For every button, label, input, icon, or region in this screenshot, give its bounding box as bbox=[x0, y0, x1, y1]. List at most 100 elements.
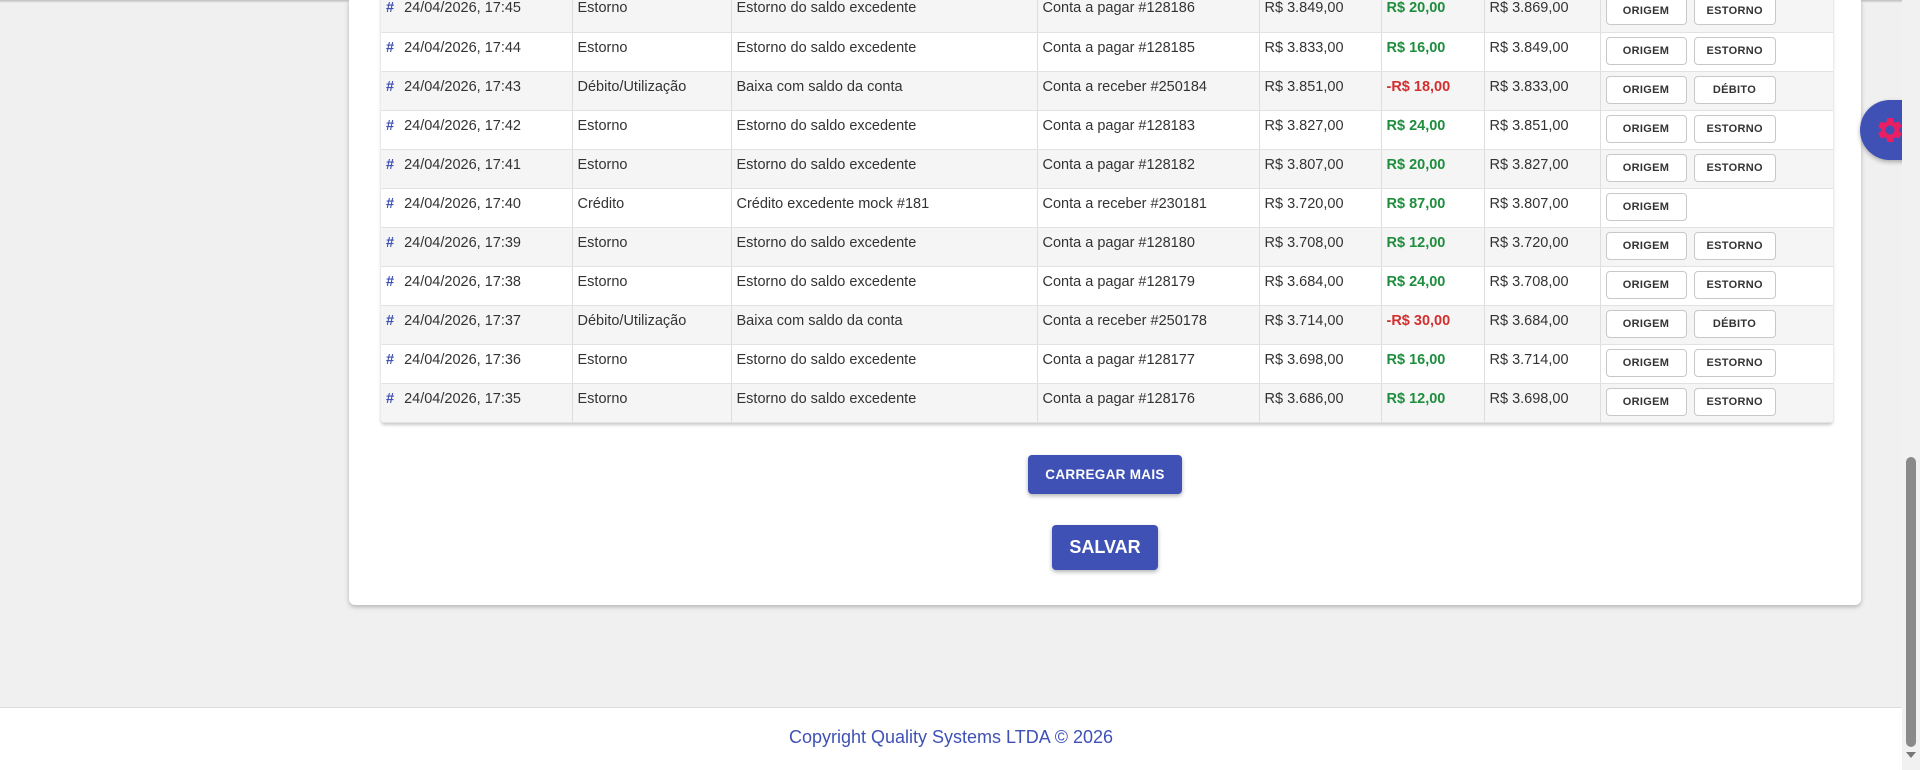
hash-icon[interactable]: # bbox=[386, 391, 394, 407]
reference-cell: Conta a pagar #128180 bbox=[1037, 227, 1260, 267]
origin-button[interactable]: ORIGEM bbox=[1605, 0, 1687, 25]
type-cell: Débito/Utilização bbox=[572, 71, 732, 111]
value-cell: R$ 20,00 bbox=[1381, 149, 1485, 189]
table-row: #24/04/2026, 17:41 Estorno Estorno do sald… bbox=[381, 149, 1833, 189]
reversal-button[interactable]: ESTORNO bbox=[1693, 114, 1776, 143]
datetime-text: 24/04/2026, 17:36 bbox=[404, 351, 521, 368]
type-cell: Estorno bbox=[572, 149, 732, 189]
table-row: #24/04/2026, 17:36 Estorno Estorno do sald… bbox=[381, 344, 1833, 384]
balance-before-cell: R$ 3.851,00 bbox=[1259, 71, 1382, 111]
actions-cell: ORIGEM ESTORNO bbox=[1600, 32, 1833, 72]
page-scrollbar[interactable] bbox=[1902, 0, 1920, 770]
reversal-button[interactable]: ESTORNO bbox=[1693, 36, 1776, 65]
balance-after-cell: R$ 3.708,00 bbox=[1484, 266, 1601, 306]
actions-cell: ORIGEM DÉBITO bbox=[1600, 305, 1833, 345]
value-cell: R$ 24,00 bbox=[1381, 266, 1485, 306]
balance-after-cell: R$ 3.827,00 bbox=[1484, 149, 1601, 189]
balance-before-cell: R$ 3.698,00 bbox=[1259, 344, 1382, 384]
datetime-text: 24/04/2026, 17:42 bbox=[404, 117, 521, 134]
origin-button[interactable]: ORIGEM bbox=[1605, 75, 1687, 104]
balance-before-cell: R$ 3.686,00 bbox=[1259, 383, 1382, 423]
balance-before-cell: R$ 3.833,00 bbox=[1259, 32, 1382, 72]
hash-icon[interactable]: # bbox=[386, 274, 394, 290]
value-cell: -R$ 30,00 bbox=[1381, 305, 1485, 345]
origin-button[interactable]: ORIGEM bbox=[1605, 231, 1687, 260]
type-cell: Estorno bbox=[572, 383, 732, 423]
value-cell: R$ 24,00 bbox=[1381, 110, 1485, 150]
table-row: #24/04/2026, 17:40 Crédito Crédito exceden… bbox=[381, 188, 1833, 228]
hash-icon[interactable]: # bbox=[386, 0, 394, 16]
reference-cell: Conta a pagar #128182 bbox=[1037, 149, 1260, 189]
origin-button[interactable]: ORIGEM bbox=[1605, 309, 1687, 338]
hash-icon[interactable]: # bbox=[386, 352, 394, 368]
table-row: #24/04/2026, 17:44 Estorno Estorno do sald… bbox=[381, 32, 1833, 72]
debit-button[interactable]: DÉBITO bbox=[1693, 75, 1776, 104]
hash-icon[interactable]: # bbox=[386, 235, 394, 251]
origin-button[interactable]: ORIGEM bbox=[1605, 114, 1687, 143]
hash-icon[interactable]: # bbox=[386, 157, 394, 173]
scrollbar-thumb[interactable] bbox=[1906, 457, 1916, 747]
reference-cell: Conta a pagar #128185 bbox=[1037, 32, 1260, 72]
datetime-text: 24/04/2026, 17:41 bbox=[404, 156, 521, 173]
reversal-button[interactable]: ESTORNO bbox=[1693, 270, 1776, 299]
origin-button[interactable]: ORIGEM bbox=[1605, 36, 1687, 65]
datetime-text: 24/04/2026, 17:37 bbox=[404, 312, 521, 329]
description-cell: Estorno do saldo excedente bbox=[731, 32, 1038, 72]
description-cell: Estorno do saldo excedente bbox=[731, 0, 1038, 33]
transactions-body: #24/04/2026, 17:45 Estorno Estorno do sald… bbox=[381, 0, 1833, 423]
scroll-down-arrow-icon[interactable] bbox=[1906, 752, 1916, 758]
balance-before-cell: R$ 3.827,00 bbox=[1259, 110, 1382, 150]
reversal-button[interactable]: ESTORNO bbox=[1693, 231, 1776, 260]
type-cell: Estorno bbox=[572, 0, 732, 33]
datetime-cell: #24/04/2026, 17:41 bbox=[381, 149, 573, 189]
actions-cell: ORIGEM ESTORNO bbox=[1600, 227, 1833, 267]
description-cell: Estorno do saldo excedente bbox=[731, 110, 1038, 150]
reversal-button[interactable]: ESTORNO bbox=[1693, 153, 1776, 182]
reference-cell: Conta a pagar #128186 bbox=[1037, 0, 1260, 33]
type-cell: Estorno bbox=[572, 227, 732, 267]
load-more-button[interactable]: CARREGAR MAIS bbox=[1028, 455, 1182, 494]
datetime-cell: #24/04/2026, 17:39 bbox=[381, 227, 573, 267]
ledger-card: #24/04/2026, 17:45 Estorno Estorno do sald… bbox=[349, 0, 1861, 605]
origin-button[interactable]: ORIGEM bbox=[1605, 192, 1687, 221]
debit-button[interactable]: DÉBITO bbox=[1693, 309, 1776, 338]
datetime-text: 24/04/2026, 17:44 bbox=[404, 39, 521, 56]
value-cell: R$ 16,00 bbox=[1381, 32, 1485, 72]
description-cell: Crédito excedente mock #181 bbox=[731, 188, 1038, 228]
balance-after-cell: R$ 3.684,00 bbox=[1484, 305, 1601, 345]
reference-cell: Conta a receber #250184 bbox=[1037, 71, 1260, 111]
datetime-cell: #24/04/2026, 17:38 bbox=[381, 266, 573, 306]
table-row: #24/04/2026, 17:35 Estorno Estorno do sald… bbox=[381, 383, 1833, 423]
balance-after-cell: R$ 3.833,00 bbox=[1484, 71, 1601, 111]
type-cell: Estorno bbox=[572, 32, 732, 72]
hash-icon[interactable]: # bbox=[386, 196, 394, 212]
origin-button[interactable]: ORIGEM bbox=[1605, 153, 1687, 182]
datetime-cell: #24/04/2026, 17:35 bbox=[381, 383, 573, 423]
description-cell: Estorno do saldo excedente bbox=[731, 149, 1038, 189]
value-cell: -R$ 18,00 bbox=[1381, 71, 1485, 111]
datetime-text: 24/04/2026, 17:35 bbox=[404, 390, 521, 407]
type-cell: Estorno bbox=[572, 110, 732, 150]
save-button[interactable]: SALVAR bbox=[1052, 525, 1158, 570]
value-cell: R$ 12,00 bbox=[1381, 383, 1485, 423]
balance-before-cell: R$ 3.720,00 bbox=[1259, 188, 1382, 228]
balance-before-cell: R$ 3.807,00 bbox=[1259, 149, 1382, 189]
balance-after-cell: R$ 3.849,00 bbox=[1484, 32, 1601, 72]
origin-button[interactable]: ORIGEM bbox=[1605, 387, 1687, 416]
reversal-button[interactable]: ESTORNO bbox=[1693, 387, 1776, 416]
reversal-button[interactable]: ESTORNO bbox=[1693, 0, 1776, 25]
actions-cell: ORIGEM DÉBITO bbox=[1600, 71, 1833, 111]
origin-button[interactable]: ORIGEM bbox=[1605, 348, 1687, 377]
reversal-button[interactable]: ESTORNO bbox=[1693, 348, 1776, 377]
balance-after-cell: R$ 3.869,00 bbox=[1484, 0, 1601, 33]
reference-cell: Conta a pagar #128183 bbox=[1037, 110, 1260, 150]
type-cell: Estorno bbox=[572, 266, 732, 306]
reference-cell: Conta a pagar #128179 bbox=[1037, 266, 1260, 306]
copyright-text: Copyright Quality Systems LTDA © 2026 bbox=[788, 727, 1114, 747]
hash-icon[interactable]: # bbox=[386, 313, 394, 329]
datetime-text: 24/04/2026, 17:43 bbox=[404, 78, 521, 95]
hash-icon[interactable]: # bbox=[386, 40, 394, 56]
hash-icon[interactable]: # bbox=[386, 79, 394, 95]
origin-button[interactable]: ORIGEM bbox=[1605, 270, 1687, 299]
hash-icon[interactable]: # bbox=[386, 118, 394, 134]
